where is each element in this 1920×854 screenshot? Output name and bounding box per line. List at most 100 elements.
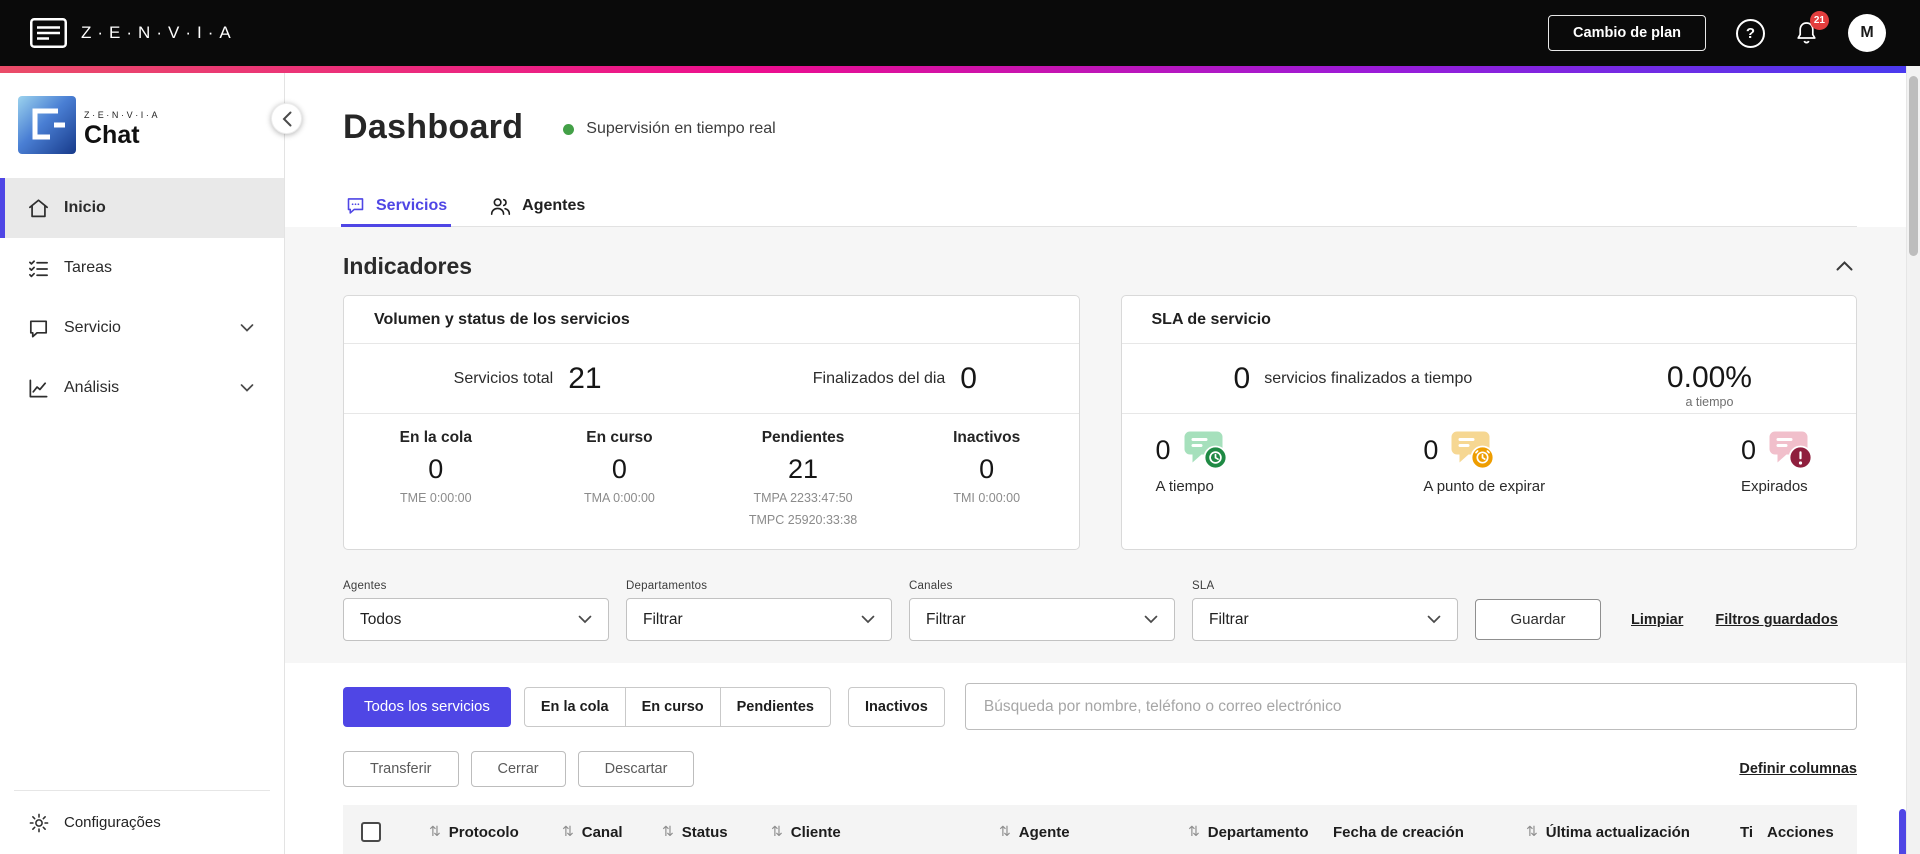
sla-stat-label: Expirados [1740,478,1808,495]
volume-card-title: Volumen y status de los servicios [344,296,1079,344]
sidebar-collapse-button[interactable] [271,103,302,134]
sidebar-item-label: Inicio [64,199,106,216]
tab-agentes[interactable]: Agentes [487,185,587,226]
col-status[interactable]: ⇅ Status [662,824,771,841]
zenvia-logo-icon [30,18,67,48]
service-filter-row: Todos los servicios En la cola En curso … [285,683,1906,730]
about-to-expire-chat-alarm-icon [1451,431,1495,470]
stat-sub: TME 0:00:00 [400,491,472,505]
main-content: Dashboard Supervisión en tiempo real Ser… [285,73,1906,854]
total-label: Finalizados del dia [812,369,946,387]
total-finalizados: Finalizados del dia 0 [711,362,1078,396]
sidebar-item-tareas[interactable]: Tareas [0,238,284,298]
notifications-button[interactable]: 21 [1795,11,1829,46]
col-cliente[interactable]: ⇅ Cliente [771,824,999,841]
filter-tab-en-curso[interactable]: En curso [625,686,721,727]
avatar[interactable]: M [1848,14,1886,52]
transfer-button[interactable]: Transferir [343,751,459,787]
header-cell-checkbox [343,822,429,842]
total-value: 0 [960,361,977,395]
filter-tab-todos-los-servicios[interactable]: Todos los servicios [343,686,511,727]
expired-chat-alert-icon [1769,431,1813,470]
sidebar-item-label: Tareas [64,259,113,276]
col-acciones: Acciones [1767,824,1857,841]
topbar: Z·E·N·V·I·A Cambio de plan ? 21 M [0,0,1920,66]
sort-icon: ⇅ [562,824,574,840]
total-value: 21 [568,361,602,395]
filter-tab-inactivos[interactable]: Inactivos [848,686,945,727]
stat-value: 21 [788,454,819,484]
chat-icon [29,319,48,338]
sla-stat-top: 0 [1423,429,1545,471]
sla-summary: 0 servicios finalizados a tiempo 0.00% a… [1121,344,1856,414]
table-scrollbar-thumb[interactable] [1899,809,1906,854]
select-value: Todos [360,610,402,628]
departments-select[interactable]: Filtrar [626,598,892,641]
col-label: Última actualización [1545,823,1690,841]
page-title: Dashboard [343,107,524,146]
sort-icon: ⇅ [429,824,441,840]
agents-select[interactable]: Todos [343,598,609,641]
col-tiempo[interactable]: Ti [1740,824,1767,841]
select-value: Filtrar [643,610,683,628]
collapse-indicators-button[interactable] [1832,255,1857,278]
chevron-left-icon [282,111,291,126]
clear-filters-link[interactable]: Limpiar [1631,612,1683,628]
col-agente[interactable]: ⇅ Agente [999,824,1188,841]
discard-button[interactable]: Descartar [577,751,695,787]
sidebar-item-analisis[interactable]: Análisis [0,358,284,418]
close-button[interactable]: Cerrar [470,751,566,787]
sla-stat-expirados: 0 Expirados [1741,429,1813,549]
main-tabs: Servicios Agentes [340,185,1857,227]
define-columns-link[interactable]: Definir columnas [1739,761,1857,777]
save-filters-button[interactable]: Guardar [1475,599,1601,640]
help-icon[interactable]: ? [1736,18,1765,48]
filter-tab-en-la-cola[interactable]: En la cola [523,686,626,727]
chat-glyph-icon [32,108,65,140]
logo-brand-small: Z·E·N·V·I·A [84,110,161,120]
col-departamento[interactable]: ⇅ Departamento [1188,824,1333,841]
home-icon [29,198,48,217]
chevron-up-icon [1836,260,1853,270]
chevron-down-icon [578,615,592,624]
tasks-icon [29,259,48,277]
search-input[interactable] [964,683,1857,730]
saved-filters-link[interactable]: Filtros guardados [1715,612,1837,628]
zenvia-chat-app: Z·E·N·V·I·A Cambio de plan ? 21 M Z·E·N·… [0,0,1920,854]
col-canal[interactable]: ⇅ Canal [562,824,662,841]
sla-select[interactable]: Filtrar [1192,598,1458,641]
sidebar-footer-label: Configurações [64,814,161,831]
sidebar-item-configuracoes[interactable]: Configurações [14,790,270,854]
notification-badge: 21 [1809,11,1829,30]
col-protocolo[interactable]: ⇅ Protocolo [429,824,562,841]
filter-sla: SLA Filtrar [1192,580,1458,641]
stat-sub: TMPA 2233:47:50 [753,491,853,505]
page-header: Dashboard Supervisión en tiempo real [285,107,1906,147]
sla-stat-top: 0 [1156,429,1228,471]
page-scrollbar-thumb[interactable] [1909,76,1918,256]
sort-icon: ⇅ [999,824,1011,840]
chevron-down-icon [861,615,875,624]
volume-card-stats: En la cola 0 TME 0:00:00 En curso 0 TMA … [344,414,1079,549]
sidebar-item-inicio[interactable]: Inicio [0,178,284,238]
col-ultima-actualizacion[interactable]: ⇅ Última actualización [1526,824,1740,841]
settings-gear-icon [29,813,49,832]
tab-servicios[interactable]: Servicios [340,185,452,227]
sla-percent: 0.00% a tiempo [1667,349,1752,409]
sla-stat-value: 0 [1155,434,1171,465]
channels-select[interactable]: Filtrar [909,598,1175,641]
indicator-cards: Volumen y status de los servicios Servic… [343,295,1857,550]
filter-tab-pendientes[interactable]: Pendientes [720,686,831,727]
tab-label: Servicios [376,196,448,214]
select-all-checkbox[interactable] [361,822,381,842]
sidebar-item-servicio[interactable]: Servicio [0,298,284,358]
chevron-down-icon [240,384,254,392]
change-plan-button[interactable]: Cambio de plan [1548,15,1706,51]
sla-stat-value: 0 [1740,434,1756,465]
bulk-actions-row: Transferir Cerrar Descartar Definir colu… [285,751,1906,787]
tab-label: Agentes [522,196,586,214]
page-scrollbar [1906,66,1920,854]
filters-bar: Agentes Todos Departamentos Filtrar Cana… [343,580,1857,641]
sidebar: Z·E·N·V·I·A Chat Inicio Tareas Servicio … [0,73,285,854]
col-fecha-creacion[interactable]: Fecha de creación [1333,824,1526,841]
